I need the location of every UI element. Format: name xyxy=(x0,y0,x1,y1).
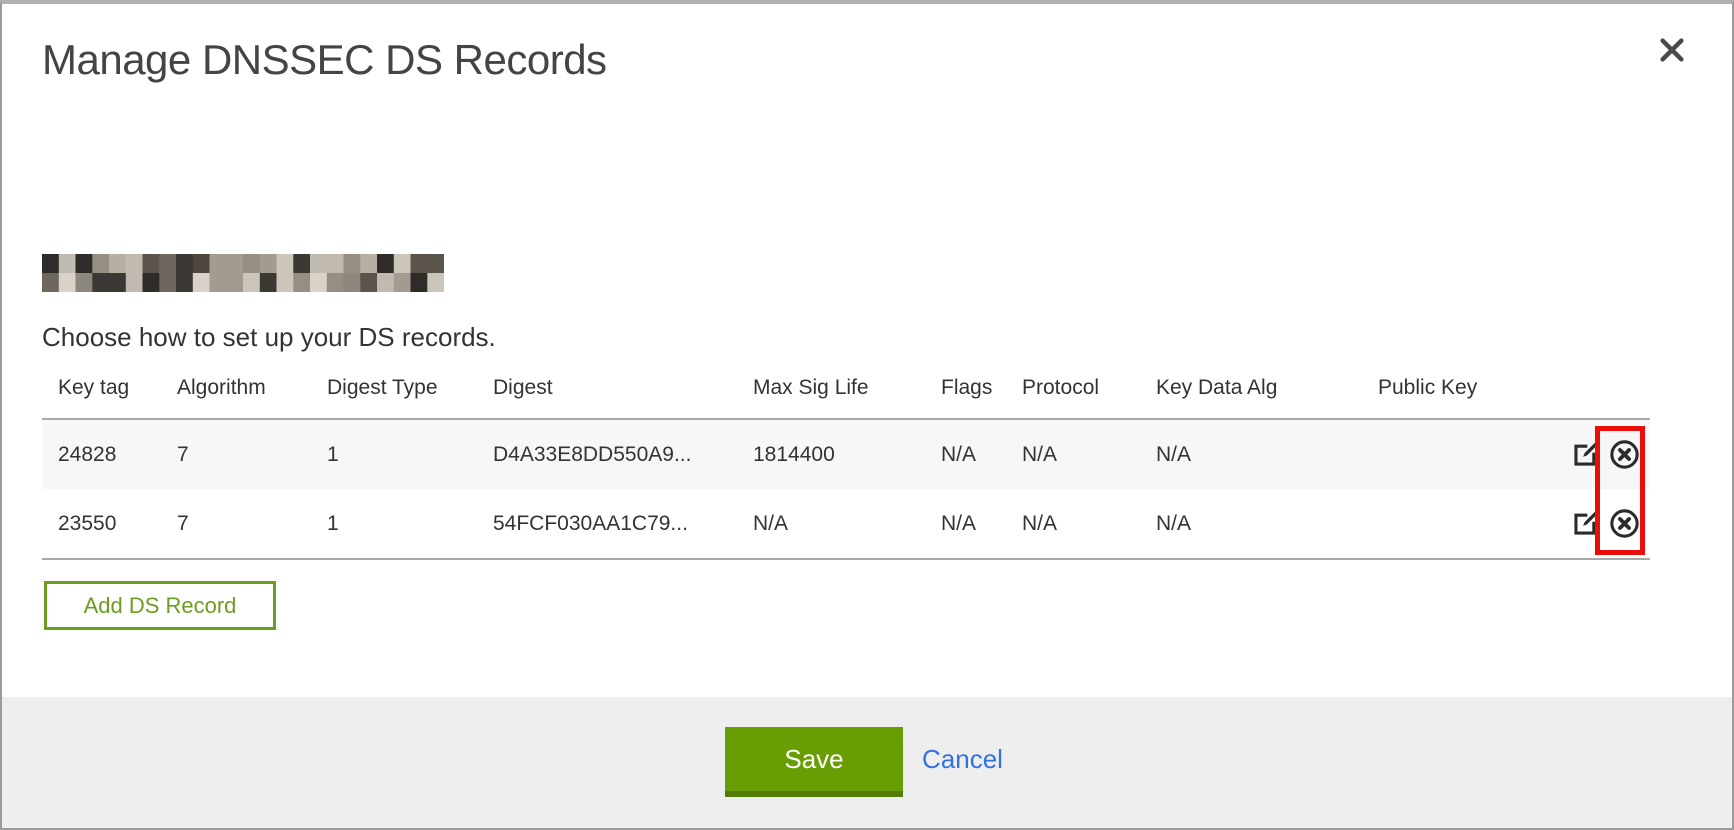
column-header-flags: Flags xyxy=(941,360,1022,419)
column-header-digest: Digest xyxy=(493,360,753,419)
edit-icon xyxy=(1570,508,1601,539)
delete-icon xyxy=(1609,439,1640,470)
close-button[interactable] xyxy=(1654,32,1690,68)
cell-flags: N/A xyxy=(941,419,1022,489)
cell-digest-type: 1 xyxy=(327,419,493,489)
edit-record-button[interactable] xyxy=(1570,439,1601,470)
table-header-row: Key tagAlgorithmDigest TypeDigestMax Sig… xyxy=(42,360,1650,419)
row-actions xyxy=(1533,419,1650,489)
column-header-actions xyxy=(1533,360,1650,419)
cancel-link[interactable]: Cancel xyxy=(922,744,1003,775)
delete-record-button[interactable] xyxy=(1609,508,1640,539)
cell-key-tag: 23550 xyxy=(42,489,177,559)
column-header-key-data-alg: Key Data Alg xyxy=(1156,360,1378,419)
dialog-title: Manage DNSSEC DS Records xyxy=(42,36,607,84)
cell-key-data-alg: N/A xyxy=(1156,419,1378,489)
column-header-algorithm: Algorithm xyxy=(177,360,327,419)
column-header-protocol: Protocol xyxy=(1022,360,1156,419)
manage-dnssec-ds-records-dialog: Manage DNSSEC DS Records Choose how to s… xyxy=(0,0,1734,830)
table-row: 235507154FCF030AA1C79...N/AN/AN/AN/A xyxy=(42,489,1650,559)
ds-records-tbody: 2482871D4A33E8DD550A9...1814400N/AN/AN/A… xyxy=(42,419,1650,559)
cell-digest: 54FCF030AA1C79... xyxy=(493,489,753,559)
cell-flags: N/A xyxy=(941,489,1022,559)
instruction-text: Choose how to set up your DS records. xyxy=(42,322,496,353)
delete-record-button[interactable] xyxy=(1609,439,1640,470)
column-header-key-tag: Key tag xyxy=(42,360,177,419)
cell-public-key xyxy=(1378,419,1533,489)
cell-digest-type: 1 xyxy=(327,489,493,559)
add-ds-record-button[interactable]: Add DS Record xyxy=(44,581,276,630)
save-button[interactable]: Save xyxy=(725,727,903,797)
close-icon xyxy=(1656,34,1688,66)
cell-public-key xyxy=(1378,489,1533,559)
row-actions xyxy=(1533,489,1650,559)
dialog-footer: Save Cancel xyxy=(2,697,1732,828)
ds-records-table: Key tagAlgorithmDigest TypeDigestMax Sig… xyxy=(42,360,1650,560)
cell-max-sig-life: N/A xyxy=(753,489,941,559)
delete-icon xyxy=(1609,508,1640,539)
column-header-max-sig-life: Max Sig Life xyxy=(753,360,941,419)
redaction-pixelation xyxy=(42,254,444,292)
column-header-public-key: Public Key xyxy=(1378,360,1533,419)
edit-icon xyxy=(1570,439,1601,470)
cell-max-sig-life: 1814400 xyxy=(753,419,941,489)
domain-name-redacted xyxy=(42,254,444,292)
cell-key-tag: 24828 xyxy=(42,419,177,489)
cell-digest: D4A33E8DD550A9... xyxy=(493,419,753,489)
cell-protocol: N/A xyxy=(1022,419,1156,489)
edit-record-button[interactable] xyxy=(1570,508,1601,539)
cell-algorithm: 7 xyxy=(177,489,327,559)
table-row: 2482871D4A33E8DD550A9...1814400N/AN/AN/A xyxy=(42,419,1650,489)
cell-key-data-alg: N/A xyxy=(1156,489,1378,559)
column-header-digest-type: Digest Type xyxy=(327,360,493,419)
cell-algorithm: 7 xyxy=(177,419,327,489)
cell-protocol: N/A xyxy=(1022,489,1156,559)
